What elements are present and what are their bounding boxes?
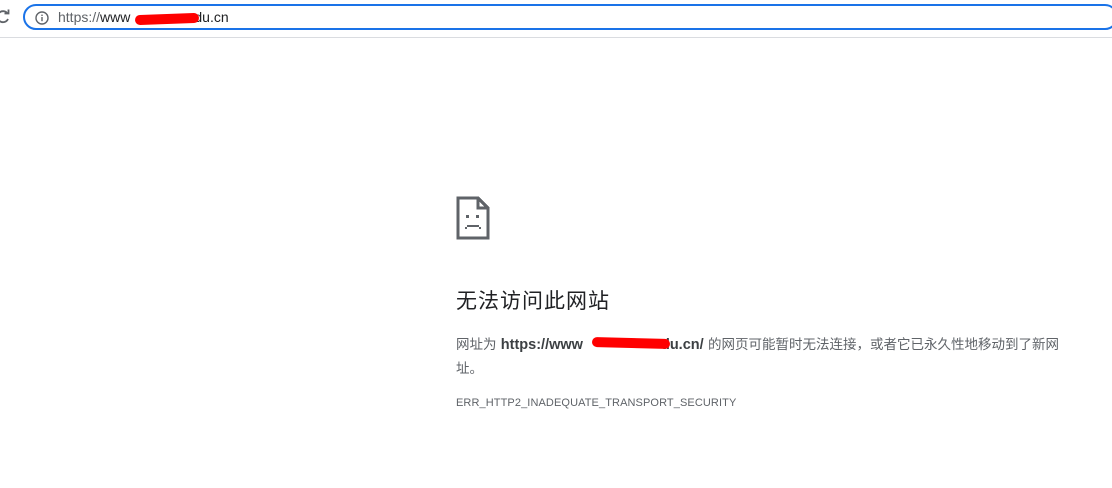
error-description: 网址为 https://www du.cn/ 的网页可能暂时无法连接，或者它已永久… [456,333,1066,381]
url-host-end: du.cn [194,9,229,25]
url-host-start: www [100,9,131,25]
info-icon[interactable] [35,10,49,25]
reload-icon[interactable] [0,9,10,25]
redaction-mark-description [591,336,671,350]
url-scheme: https:// [58,9,101,25]
error-code: ERR_HTTP2_INADEQUATE_TRANSPORT_SECURITY [456,397,737,409]
browser-toolbar: https://www du.cn [0,0,1112,38]
error-title: 无法访问此网站 [456,289,610,313]
description-prefix: 网址为 [456,337,501,353]
sad-page-icon [456,196,490,240]
error-url-start: https://www [500,337,583,353]
